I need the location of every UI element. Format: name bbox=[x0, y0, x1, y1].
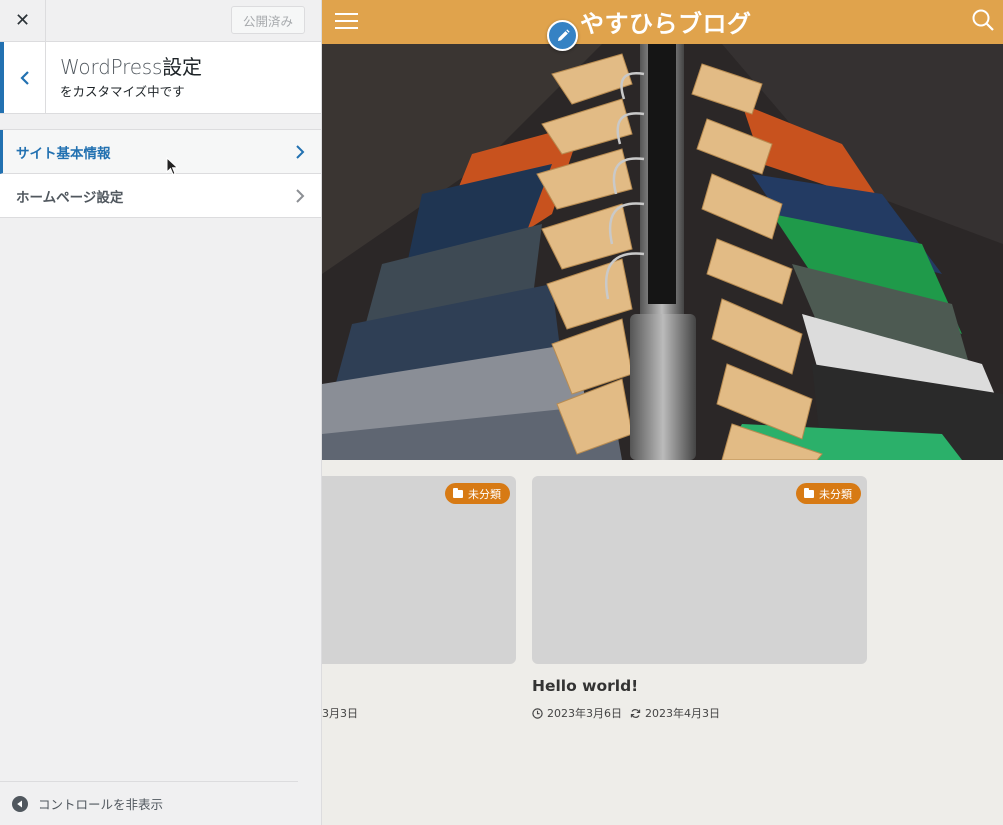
customizer-topbar: ✕ 公開済み bbox=[0, 0, 321, 42]
chevron-left-icon bbox=[19, 70, 29, 85]
post-meta: 3月3日 bbox=[322, 705, 362, 721]
published-date: 2023年3月6日 bbox=[547, 707, 622, 720]
panel-title-prefix: WordPress bbox=[60, 55, 163, 79]
category-badge[interactable]: 未分類 bbox=[445, 483, 510, 504]
edit-shortcut-button[interactable] bbox=[547, 20, 578, 51]
clothes-rack-illustration bbox=[322, 44, 1003, 460]
back-button[interactable] bbox=[0, 42, 46, 113]
panel-subtitle: をカスタマイズ中です bbox=[60, 84, 185, 99]
hero-image bbox=[322, 44, 1003, 460]
refresh-icon bbox=[630, 708, 641, 718]
section-homepage-settings[interactable]: ホームページ設定 bbox=[0, 174, 321, 218]
section-site-identity[interactable]: サイト基本情報 bbox=[0, 130, 321, 174]
category-label: 未分類 bbox=[819, 487, 852, 501]
post-date-fragment: 3月3日 bbox=[322, 707, 358, 720]
category-badge[interactable]: 未分類 bbox=[796, 483, 861, 504]
mouse-cursor-icon bbox=[166, 157, 179, 176]
post-title[interactable]: Hello world! bbox=[532, 677, 638, 695]
customizer-sidebar: ✕ 公開済み WordPress設定 をカスタマイズ中です サイト基本情報 ホー… bbox=[0, 0, 322, 825]
section-label: ホームページ設定 bbox=[16, 189, 124, 206]
app-root: ✕ 公開済み WordPress設定 をカスタマイズ中です サイト基本情報 ホー… bbox=[0, 0, 1003, 825]
hamburger-menu-icon[interactable] bbox=[335, 11, 358, 31]
panel-title: WordPress設定 bbox=[60, 51, 202, 80]
updated-date: 2023年4月3日 bbox=[645, 707, 720, 720]
category-label: 未分類 bbox=[468, 487, 501, 501]
pencil-icon bbox=[557, 28, 570, 41]
chevron-right-icon bbox=[296, 189, 305, 203]
collapse-label: コントロールを非表示 bbox=[38, 797, 164, 812]
post-meta: 2023年3月6日 2023年4月3日 bbox=[532, 705, 720, 721]
collapse-controls-button[interactable]: コントロールを非表示 bbox=[0, 781, 298, 825]
site-header: やすひらブログ bbox=[322, 0, 1003, 44]
folder-icon bbox=[804, 487, 814, 498]
panel-title-suffix: 設定 bbox=[162, 55, 202, 79]
site-preview: やすひらブログ 未分類 3月3日 未分類 Hello world! 2023年3… bbox=[322, 0, 1003, 825]
chevron-right-icon bbox=[296, 145, 305, 159]
post-card-thumbnail[interactable]: 未分類 bbox=[532, 476, 867, 664]
section-list: サイト基本情報 ホームページ設定 bbox=[0, 129, 321, 218]
close-icon: ✕ bbox=[14, 10, 31, 31]
search-icon[interactable] bbox=[971, 8, 995, 32]
folder-icon bbox=[453, 487, 463, 498]
collapse-arrow-icon bbox=[12, 795, 28, 812]
site-title[interactable]: やすひらブログ bbox=[580, 4, 752, 39]
publish-button[interactable]: 公開済み bbox=[231, 6, 305, 34]
post-card-thumbnail[interactable]: 未分類 bbox=[322, 476, 516, 664]
section-label: サイト基本情報 bbox=[16, 145, 111, 162]
panel-header: WordPress設定 をカスタマイズ中です bbox=[0, 42, 321, 114]
clock-icon bbox=[532, 707, 543, 719]
close-customizer-button[interactable]: ✕ bbox=[0, 0, 46, 41]
